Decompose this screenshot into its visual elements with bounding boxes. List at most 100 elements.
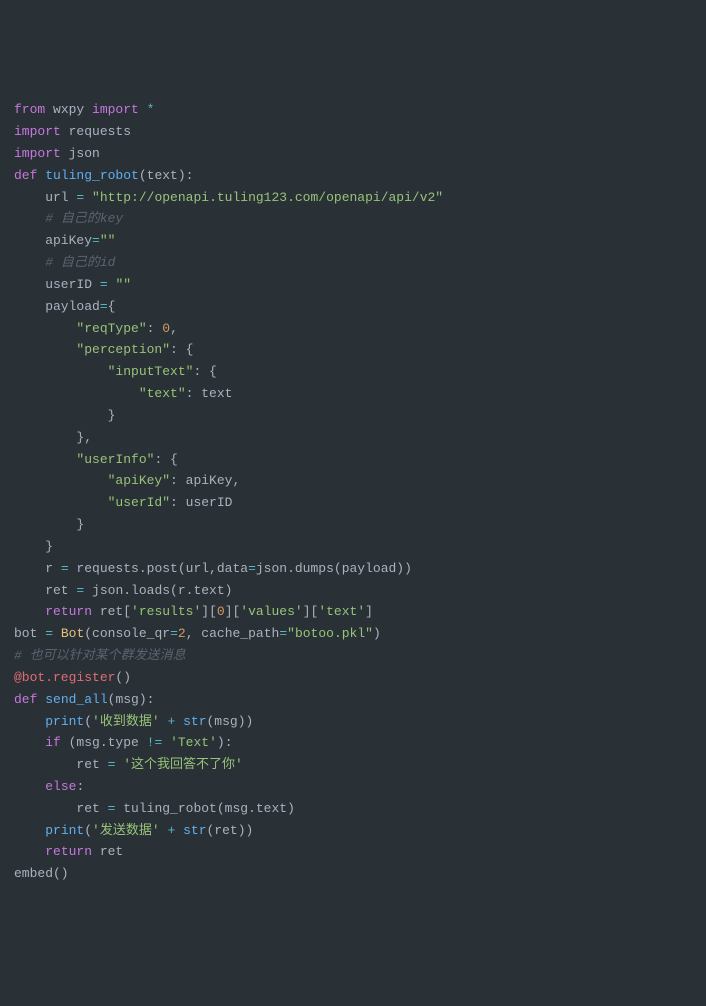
code-line: }	[14, 405, 692, 427]
code-token: from	[14, 102, 45, 117]
code-line: @bot.register()	[14, 667, 692, 689]
code-token: (ret))	[207, 823, 254, 838]
code-token: send_all	[45, 692, 107, 707]
code-token: "userId"	[108, 495, 170, 510]
code-token: (	[84, 714, 92, 729]
code-token: +	[167, 823, 175, 838]
code-block: from wxpy import *import requestsimport …	[14, 99, 692, 885]
code-token: embed()	[14, 866, 69, 881]
code-token: ret[	[92, 604, 131, 619]
code-token: "apiKey"	[108, 473, 170, 488]
code-token: ][	[225, 604, 241, 619]
code-line: ret = json.loads(r.text)	[14, 580, 692, 602]
code-token: print	[45, 714, 84, 729]
code-token: : userID	[170, 495, 232, 510]
code-token: def	[14, 168, 37, 183]
code-token: import	[92, 102, 139, 117]
code-token: requests	[61, 124, 131, 139]
code-line: userID = ""	[14, 274, 692, 296]
code-token: =	[45, 626, 53, 641]
code-token	[84, 190, 92, 205]
code-line: ret = tuling_robot(msg.text)	[14, 798, 692, 820]
code-token: : apiKey,	[170, 473, 240, 488]
code-token: requests.post(url,data	[69, 561, 248, 576]
code-token: 0	[217, 604, 225, 619]
code-token: tuling_robot	[45, 168, 139, 183]
code-line: def send_all(msg):	[14, 689, 692, 711]
code-token	[14, 386, 139, 401]
code-token	[14, 321, 76, 336]
code-token	[14, 211, 45, 226]
code-token: tuling_robot(msg.text)	[115, 801, 294, 816]
code-token	[14, 364, 108, 379]
code-token: ()	[115, 670, 131, 685]
code-line: return ret	[14, 841, 692, 863]
code-token: if	[45, 735, 61, 750]
code-line: "apiKey": apiKey,	[14, 470, 692, 492]
code-token	[53, 626, 61, 641]
code-token: '发送数据'	[92, 823, 160, 838]
code-token: str	[183, 823, 206, 838]
code-token: (msg):	[108, 692, 155, 707]
code-token: : {	[154, 452, 177, 467]
code-token: }	[14, 517, 84, 532]
code-token: "perception"	[76, 342, 170, 357]
code-token: ""	[115, 277, 131, 292]
code-token: (	[84, 823, 92, 838]
code-token: apiKey	[14, 233, 92, 248]
code-token	[14, 604, 45, 619]
code-line: return ret['results'][0]['values']['text…	[14, 601, 692, 623]
code-token: (msg))	[207, 714, 254, 729]
code-token: =	[92, 233, 100, 248]
code-token: print	[45, 823, 84, 838]
code-token: def	[14, 692, 37, 707]
code-token	[175, 823, 183, 838]
code-token	[14, 823, 45, 838]
code-token: 'values'	[240, 604, 302, 619]
code-token: Bot	[61, 626, 84, 641]
code-token: ):	[217, 735, 233, 750]
code-line: else:	[14, 776, 692, 798]
code-token: json.loads(r.text)	[84, 583, 232, 598]
code-token: (console_qr	[84, 626, 170, 641]
code-token: ][	[303, 604, 319, 619]
code-token: import	[14, 146, 61, 161]
code-token: )	[373, 626, 381, 641]
code-token: payload	[14, 299, 100, 314]
code-token	[162, 735, 170, 750]
code-line: # 自己的key	[14, 208, 692, 230]
code-token: *	[147, 102, 155, 117]
code-token: else	[45, 779, 76, 794]
code-token	[14, 735, 45, 750]
code-token: }	[14, 408, 115, 423]
code-token: ret	[92, 844, 123, 859]
code-token: # 自己的id	[45, 255, 115, 270]
code-line: "perception": {	[14, 339, 692, 361]
code-token: 'Text'	[170, 735, 217, 750]
code-token: =	[279, 626, 287, 641]
code-token: (msg.type	[61, 735, 147, 750]
code-line: "reqType": 0,	[14, 318, 692, 340]
code-token: : {	[193, 364, 216, 379]
code-token: # 也可以针对某个群发送消息	[14, 648, 186, 663]
code-token: "userInfo"	[76, 452, 154, 467]
code-line: }	[14, 536, 692, 558]
code-token: },	[14, 430, 92, 445]
code-line: import json	[14, 143, 692, 165]
code-line: }	[14, 514, 692, 536]
code-token: userID	[14, 277, 100, 292]
code-token: }	[14, 539, 53, 554]
code-token: =	[61, 561, 69, 576]
code-token	[14, 255, 45, 270]
code-token: '这个我回答不了你'	[123, 757, 243, 772]
code-token: "reqType"	[76, 321, 146, 336]
code-token: :	[147, 321, 163, 336]
code-line: print('收到数据' + str(msg))	[14, 711, 692, 733]
code-token: =	[170, 626, 178, 641]
code-token: ""	[100, 233, 116, 248]
code-token	[160, 823, 168, 838]
code-token: @bot.register	[14, 670, 115, 685]
code-token: 'results'	[131, 604, 201, 619]
code-token: import	[14, 124, 61, 139]
code-token: r	[14, 561, 61, 576]
